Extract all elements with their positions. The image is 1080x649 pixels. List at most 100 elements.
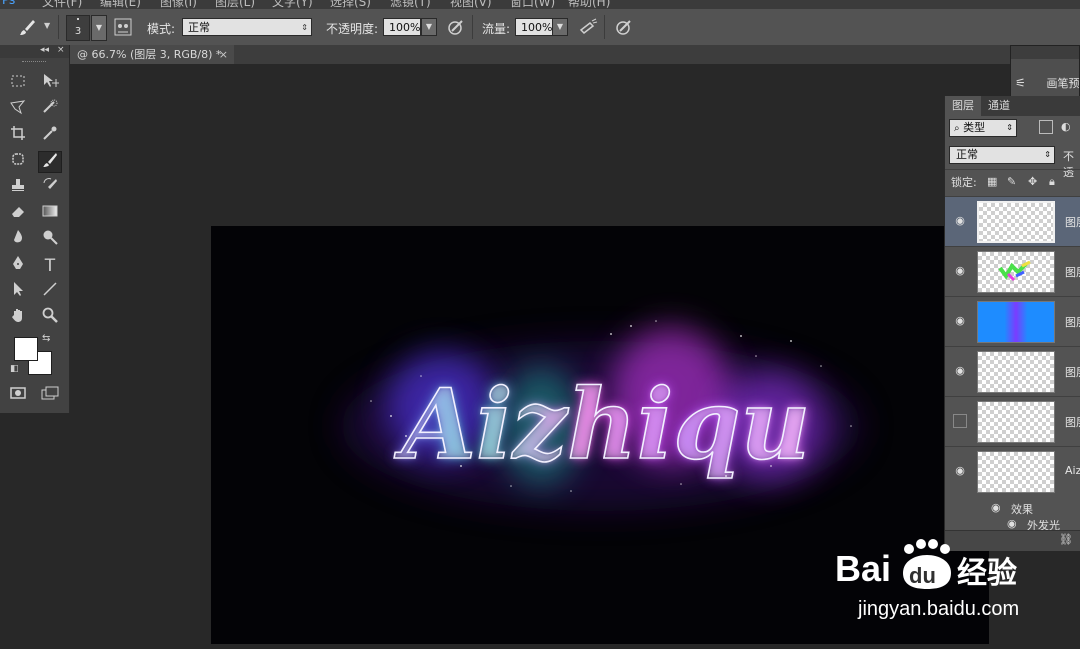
move-tool-icon[interactable] <box>38 73 62 95</box>
lock-paint-icon[interactable]: ✎ <box>1007 175 1016 188</box>
layer-thumbnail <box>977 251 1055 293</box>
line-tool-icon[interactable] <box>38 281 62 303</box>
eye-icon[interactable]: ◉ <box>953 364 967 378</box>
collapse-icon[interactable]: ◂◂ <box>40 45 49 55</box>
brush-panel-toggle-icon[interactable] <box>114 18 132 36</box>
preset-dropdown-icon[interactable]: ▼ <box>44 21 50 30</box>
blur-tool-icon[interactable] <box>6 229 30 251</box>
opacity-dropdown[interactable]: ▼ <box>421 18 437 36</box>
layer-thumbnail <box>977 301 1055 343</box>
brush-presets-item[interactable]: ⚟ 画笔预 <box>1015 72 1080 94</box>
pen-tool-icon[interactable] <box>6 255 30 277</box>
dodge-tool-icon[interactable] <box>38 229 62 251</box>
visibility-off-box[interactable] <box>953 414 967 428</box>
default-colors-icon[interactable]: ◧ <box>10 364 19 374</box>
blend-mode-select[interactable]: 正常 ⇕ <box>949 146 1055 164</box>
layer-row[interactable]: 图层 <box>945 396 1080 446</box>
opacity-input[interactable]: 100% <box>383 18 421 36</box>
menu-image[interactable]: 图像(I) <box>160 0 197 9</box>
effects-eye-icon[interactable]: ◉ <box>991 501 1001 514</box>
hand-tool-icon[interactable] <box>6 307 30 329</box>
lock-transparent-icon[interactable]: ▦ <box>987 175 997 188</box>
flow-input[interactable]: 100% <box>515 18 553 36</box>
lock-position-icon[interactable]: ✥ <box>1028 175 1037 188</box>
layer-row[interactable]: ◉ 图层 <box>945 296 1080 346</box>
swap-colors-icon[interactable]: ⇆ <box>42 333 50 344</box>
baidu-logo-text: Bai <box>835 548 891 589</box>
eye-icon[interactable]: ◉ <box>953 464 967 478</box>
layer-row[interactable]: ◉ 图层 <box>945 196 1080 246</box>
layer-filter-select[interactable]: ⌕ 类型 ⇕ <box>949 119 1017 137</box>
menu-view[interactable]: 视图(V) <box>450 0 492 9</box>
effect-item-row[interactable]: ◉ 外发光 <box>945 520 1080 530</box>
crop-tool-icon[interactable] <box>6 125 30 147</box>
menu-edit[interactable]: 编辑(E) <box>100 0 141 9</box>
spot-healing-tool-icon[interactable] <box>6 151 30 173</box>
clone-stamp-tool-icon[interactable] <box>6 177 30 199</box>
layer-row[interactable]: ◉ 图层 <box>945 246 1080 296</box>
menu-type[interactable]: 文字(Y) <box>272 0 313 9</box>
menu-select[interactable]: 选择(S) <box>330 0 371 9</box>
menu-layer[interactable]: 图层(L) <box>215 0 255 9</box>
document-tab[interactable]: @ 66.7% (图层 3, RGB/8) * × <box>69 45 234 64</box>
link-layers-icon[interactable]: ⛓ <box>1059 533 1073 546</box>
zoom-tool-icon[interactable] <box>38 307 62 329</box>
filter-adjust-icon[interactable]: ◐ <box>1061 120 1071 133</box>
brush-size-picker[interactable]: 3 <box>66 15 90 41</box>
close-tab-icon[interactable]: × <box>219 45 228 64</box>
quick-mask-icon[interactable] <box>6 385 30 407</box>
history-brush-tool-icon[interactable] <box>38 177 62 199</box>
gradient-tool-icon[interactable] <box>38 203 62 225</box>
layer-row[interactable]: ◉ 图层 <box>945 346 1080 396</box>
search-icon: ⌕ <box>954 123 960 134</box>
ps-logo: Ps <box>2 0 16 7</box>
path-selection-tool-icon[interactable] <box>6 281 30 303</box>
screen-mode-icon[interactable] <box>38 385 62 407</box>
mode-value: 正常 <box>188 21 210 34</box>
eye-icon[interactable]: ◉ <box>953 314 967 328</box>
brush-tool-preset-icon[interactable] <box>18 18 38 36</box>
menu-help[interactable]: 帮助(H) <box>568 0 610 9</box>
lock-all-icon[interactable]: 🔒︎ <box>1049 175 1055 189</box>
baidu-logo: Bai du 经验 <box>835 539 1017 591</box>
document-tab-title: @ 66.7% (图层 3, RGB/8) * <box>77 48 222 61</box>
layer-thumbnail <box>977 401 1055 443</box>
quick-selection-tool-icon[interactable] <box>38 99 62 121</box>
separator <box>604 15 605 39</box>
opacity-value: 100% <box>389 21 421 34</box>
airbrush-icon[interactable] <box>578 18 598 36</box>
layer-thumbnail <box>977 451 1055 493</box>
mode-select[interactable]: 正常 ⇕ <box>182 18 312 36</box>
watermark-url: jingyan.baidu.com <box>858 598 1020 620</box>
layer-thumbnail <box>977 201 1055 243</box>
toolbox-header[interactable]: ◂◂ × <box>0 45 69 62</box>
brush-panel-header[interactable] <box>1011 46 1079 59</box>
baidu-watermark: Bai du 经验 jingyan.baidu.com <box>833 535 1028 625</box>
grip-icon <box>22 61 46 64</box>
menu-file[interactable]: 文件(F) <box>42 0 82 9</box>
eraser-tool-icon[interactable] <box>6 203 30 225</box>
pressure-size-icon[interactable] <box>614 18 634 36</box>
eye-icon[interactable]: ◉ <box>953 214 967 228</box>
updown-arrow-icon: ⇕ <box>1006 123 1013 132</box>
lasso-tool-icon[interactable] <box>6 99 30 121</box>
menu-window[interactable]: 窗口(W) <box>510 0 555 9</box>
brush-size-dropdown[interactable]: ▼ <box>91 15 107 41</box>
type-tool-icon[interactable]: T <box>38 255 62 277</box>
document-tab-bar: @ 66.7% (图层 3, RGB/8) * × <box>69 45 1080 64</box>
filter-pixel-icon[interactable] <box>1039 120 1053 134</box>
pressure-opacity-icon[interactable] <box>446 18 466 36</box>
eyedropper-tool-icon[interactable] <box>38 125 62 147</box>
tab-layers[interactable]: 图层 <box>945 96 981 116</box>
effect-item-eye-icon[interactable]: ◉ <box>1007 520 1017 530</box>
close-icon[interactable]: × <box>57 45 65 55</box>
brush-tool-icon[interactable] <box>38 151 62 173</box>
marquee-tool-icon[interactable] <box>6 73 30 95</box>
separator <box>58 15 59 39</box>
flow-dropdown[interactable]: ▼ <box>552 18 568 36</box>
layer-row[interactable]: ◉ Aiz <box>945 446 1080 496</box>
foreground-color-swatch[interactable] <box>14 337 38 361</box>
menu-filter[interactable]: 滤镜(T) <box>390 0 431 9</box>
tab-channels[interactable]: 通道 <box>981 96 1017 116</box>
eye-icon[interactable]: ◉ <box>953 264 967 278</box>
